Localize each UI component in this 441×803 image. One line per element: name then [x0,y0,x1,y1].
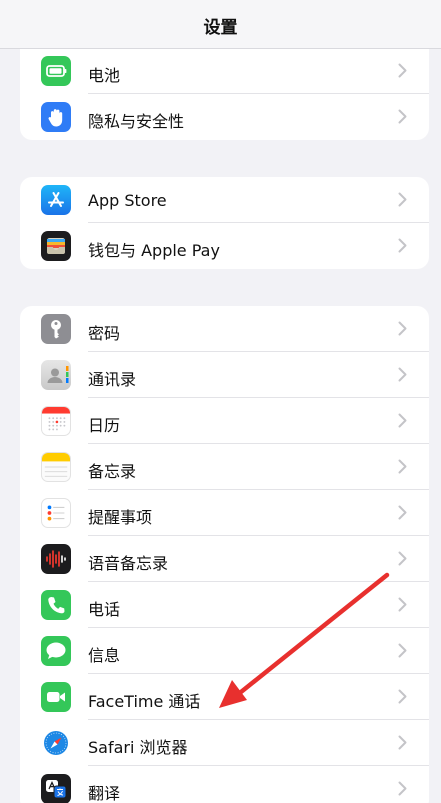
settings-row-battery[interactable]: 电池 [20,48,429,94]
settings-row-contacts[interactable]: 通讯录 [20,352,429,398]
navigation-bar: 设置 [0,0,441,49]
settings-row-notes[interactable]: 备忘录 [20,444,429,490]
settings-row-label: 语音备忘录 [88,554,169,573]
reminders-icon [41,498,71,528]
settings-row-label: 密码 [88,324,121,343]
chevron-right-icon [398,643,407,658]
chevron-right-icon [398,459,407,474]
settings-group-system: 电池 隐私与安全性 [20,48,429,140]
settings-row-label: 日历 [88,416,121,435]
chevron-right-icon [398,413,407,428]
notes-icon [41,452,71,482]
safari-icon [41,728,71,758]
settings-screen: 设置 电池 隐私与安全性 App Store 钱包与 Apple Pay 密码 … [0,0,441,803]
battery-icon [41,56,71,86]
settings-row-label: 钱包与 Apple Pay [88,241,220,260]
chevron-right-icon [398,238,407,253]
settings-row-passwords[interactable]: 密码 [20,306,429,352]
chevron-right-icon [398,109,407,124]
page-title: 设置 [203,18,238,38]
facetime-icon [41,682,71,712]
settings-row-label: 备忘录 [88,462,137,481]
voice-memos-icon [41,544,71,574]
settings-row-calendar[interactable]: 日历 [20,398,429,444]
settings-row-translate[interactable]: 翻译 [20,766,429,803]
chevron-right-icon [398,321,407,336]
settings-row-label: 隐私与安全性 [88,112,185,131]
settings-row-label: 信息 [88,646,121,665]
settings-row-label: FaceTime 通话 [88,692,201,711]
settings-row-messages[interactable]: 信息 [20,628,429,674]
settings-row-label: 电池 [88,66,121,85]
messages-icon [41,636,71,666]
contacts-icon [41,360,71,390]
chevron-right-icon [398,505,407,520]
chevron-right-icon [398,551,407,566]
chevron-right-icon [398,597,407,612]
settings-row-label: 电话 [88,600,121,619]
chevron-right-icon [398,689,407,704]
app-store-icon [41,185,71,215]
key-icon [41,314,71,344]
calendar-icon [41,406,71,436]
phone-icon [41,590,71,620]
settings-row-wallet[interactable]: 钱包与 Apple Pay [20,223,429,269]
settings-row-safari[interactable]: Safari 浏览器 [20,720,429,766]
settings-row-label: 翻译 [88,784,121,803]
settings-group-apps: 密码 通讯录 日历 备忘录 提醒事项 语音备忘录 电话 信息 FaceTime … [20,306,429,803]
chevron-right-icon [398,63,407,78]
settings-row-label: 通讯录 [88,370,137,389]
settings-group-store: App Store 钱包与 Apple Pay [20,177,429,269]
settings-row-phone[interactable]: 电话 [20,582,429,628]
translate-icon [41,774,71,803]
chevron-right-icon [398,192,407,207]
settings-row-label: App Store [88,191,167,210]
settings-row-facetime[interactable]: FaceTime 通话 [20,674,429,720]
chevron-right-icon [398,367,407,382]
settings-row-reminders[interactable]: 提醒事项 [20,490,429,536]
settings-row-label: Safari 浏览器 [88,738,188,757]
settings-row-voice-memos[interactable]: 语音备忘录 [20,536,429,582]
chevron-right-icon [398,735,407,750]
chevron-right-icon [398,781,407,796]
hand-icon [41,102,71,132]
settings-row-app-store[interactable]: App Store [20,177,429,223]
settings-row-label: 提醒事项 [88,508,153,527]
settings-row-privacy[interactable]: 隐私与安全性 [20,94,429,140]
wallet-icon [41,231,71,261]
